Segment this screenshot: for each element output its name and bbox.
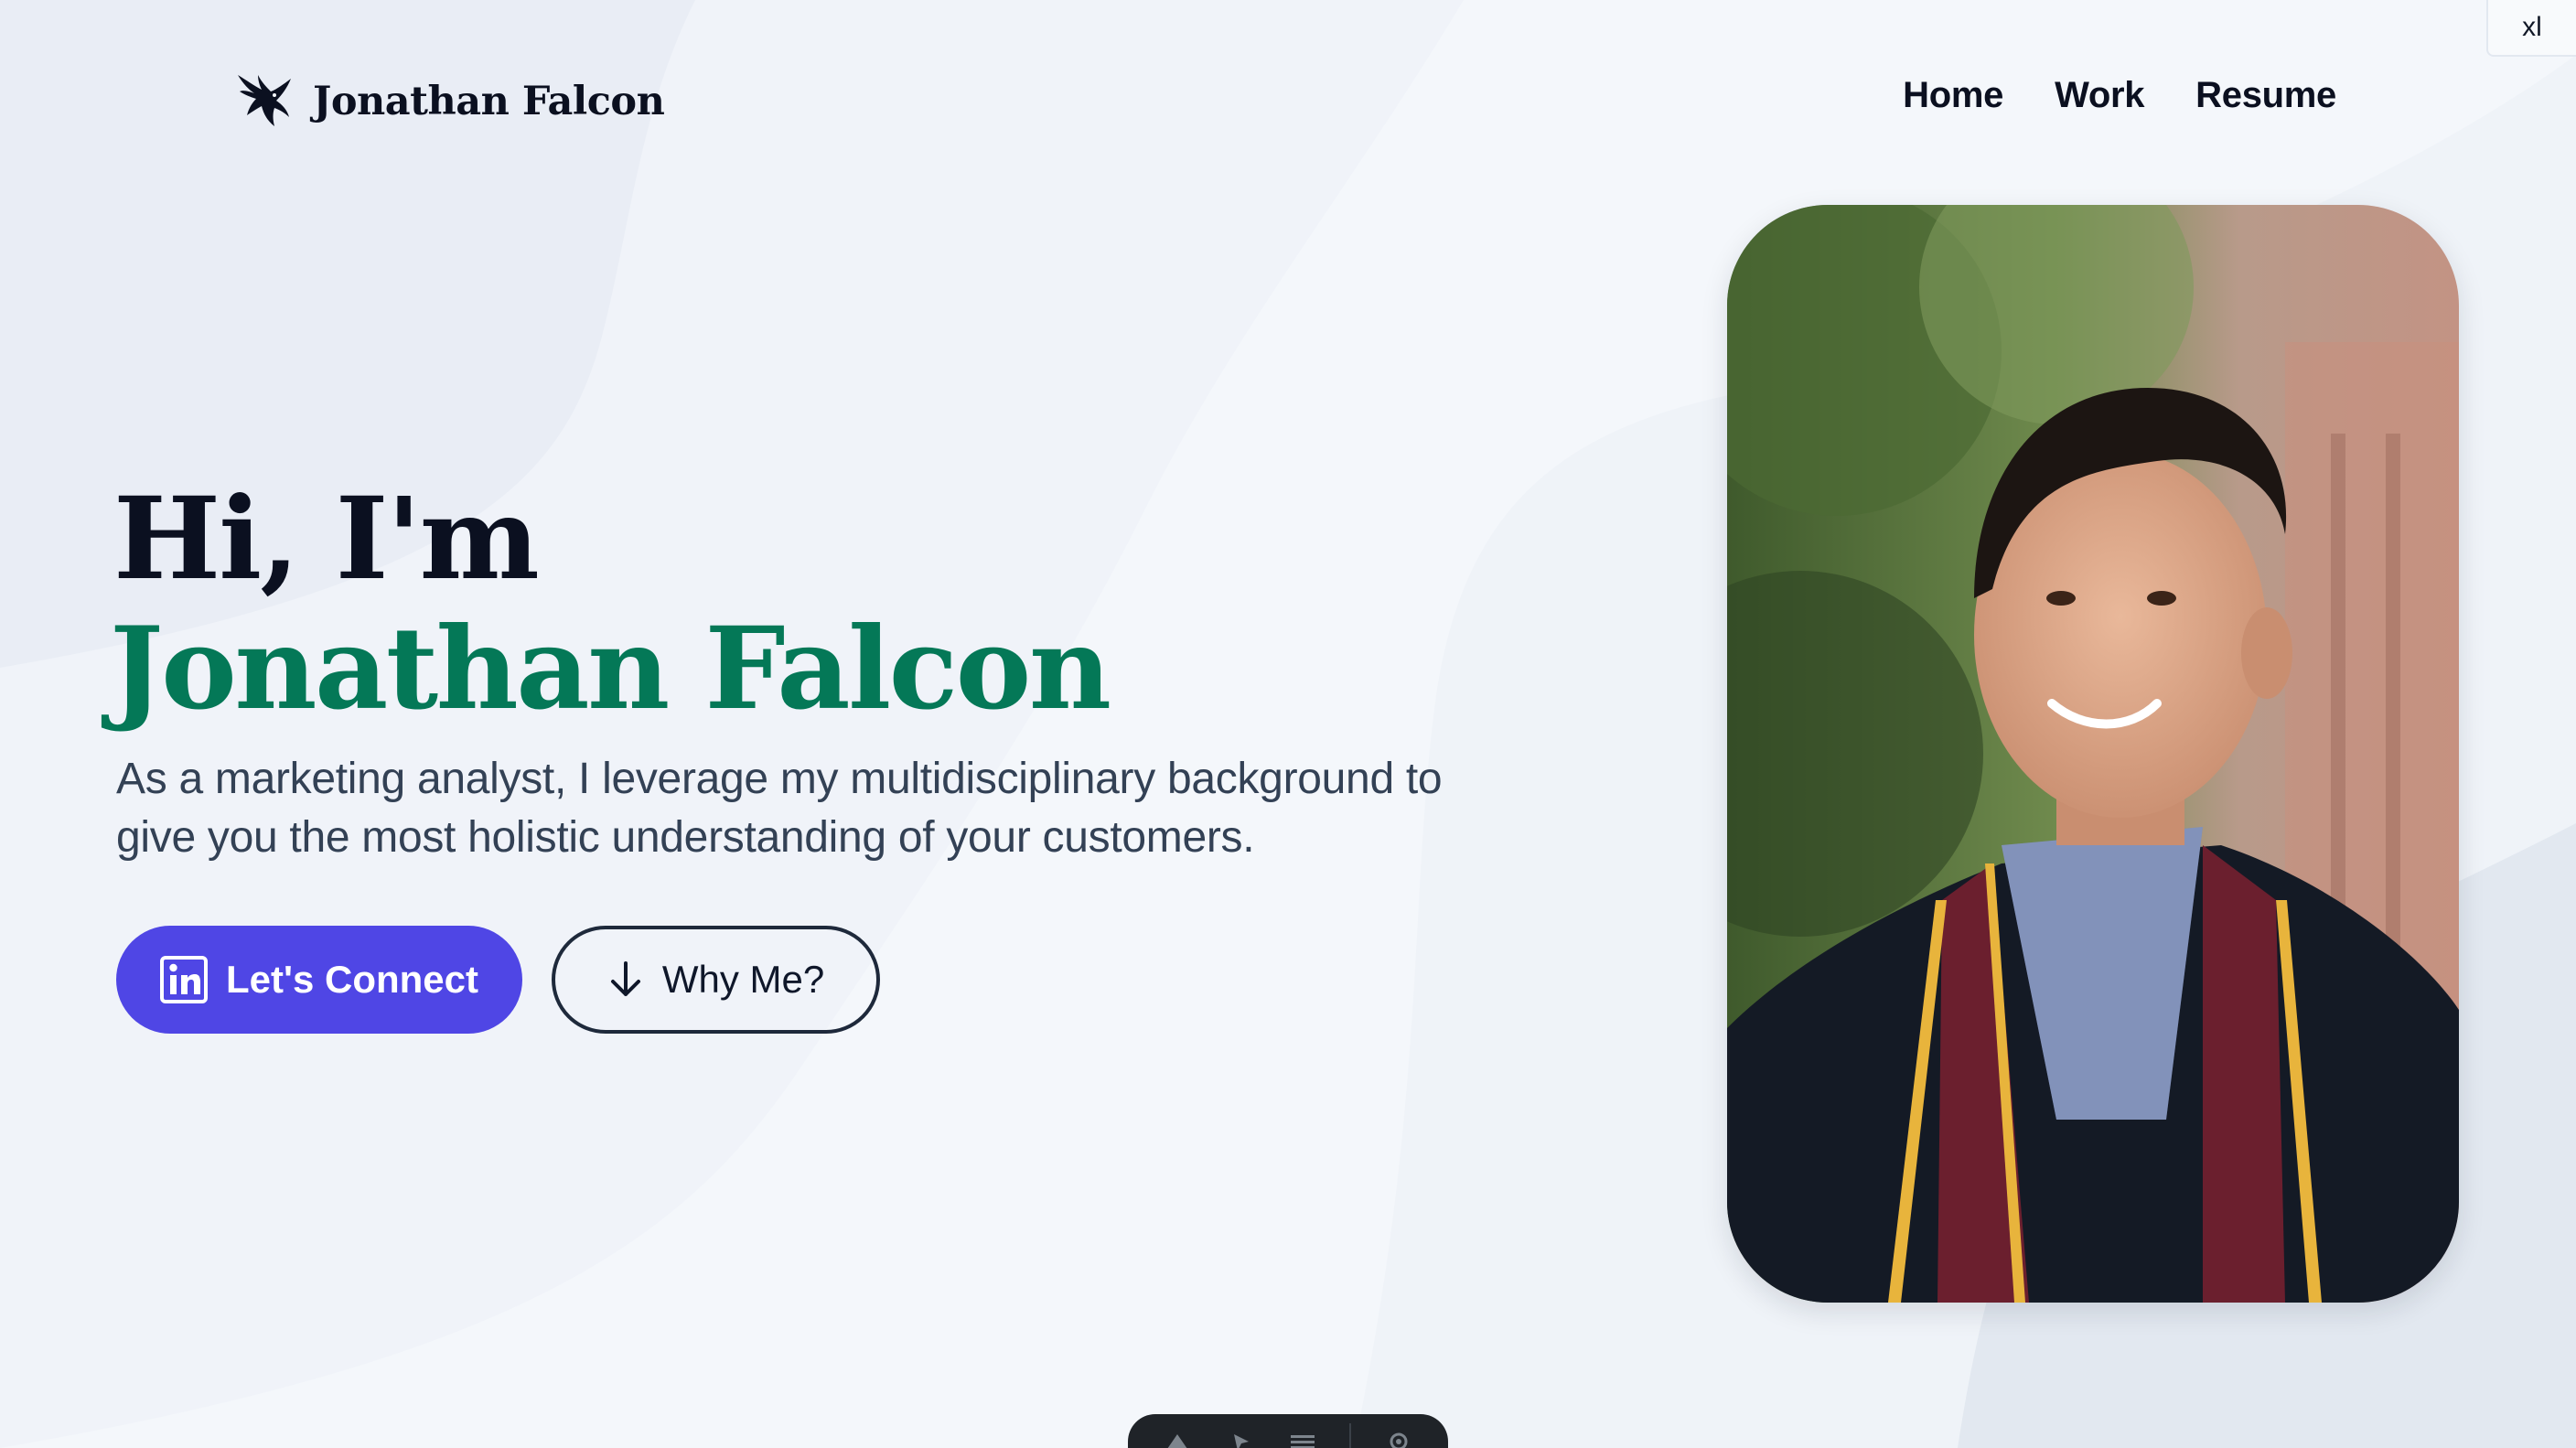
hero-greeting: Hi, I'm — [113, 473, 540, 606]
hero-description: As a marketing analyst, I leverage my mu… — [116, 755, 1443, 862]
nav-work[interactable]: Work — [2055, 75, 2144, 116]
lets-connect-button[interactable]: Let's Connect — [116, 926, 522, 1034]
linkedin-icon — [159, 956, 208, 1003]
breakpoint-badge: xl — [2486, 0, 2576, 57]
main-nav: Home Work Resume — [1903, 75, 2336, 116]
logo-text: Jonathan Falcon — [313, 79, 665, 124]
lets-connect-label: Let's Connect — [225, 958, 478, 1001]
tool-icon[interactable] — [1162, 1431, 1193, 1448]
nav-resume[interactable]: Resume — [2195, 75, 2336, 116]
portrait-photo — [1727, 205, 2459, 1303]
bottom-toolbar — [1128, 1414, 1448, 1448]
logo-link[interactable]: Jonathan Falcon — [234, 70, 665, 134]
arrow-down-icon — [610, 961, 640, 996]
dock-divider — [1349, 1423, 1352, 1448]
why-me-label: Why Me? — [661, 958, 825, 1001]
why-me-button[interactable]: Why Me? — [552, 926, 880, 1034]
menu-icon[interactable] — [1287, 1431, 1318, 1448]
hero-name: Jonathan Falcon — [110, 603, 1111, 735]
nav-home[interactable]: Home — [1903, 75, 2003, 116]
settings-icon[interactable] — [1383, 1431, 1414, 1448]
pointer-icon[interactable] — [1225, 1431, 1256, 1448]
page: xl Jonathan Falcon Home Work Resume Hi, … — [0, 0, 2576, 1448]
falcon-icon — [238, 75, 291, 126]
